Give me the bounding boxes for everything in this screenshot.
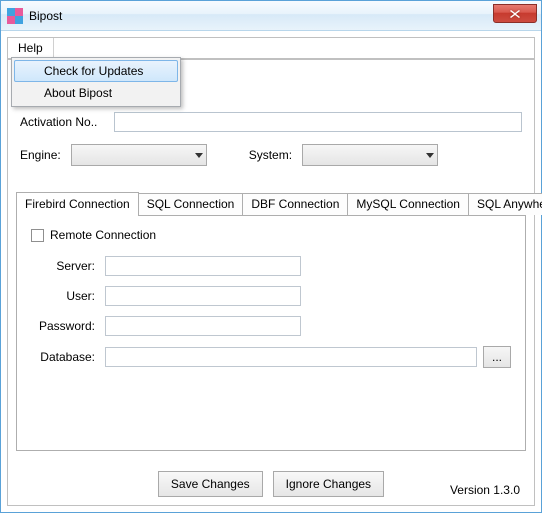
database-input[interactable] <box>105 347 477 367</box>
close-button[interactable] <box>493 4 537 23</box>
ignore-button[interactable]: Ignore Changes <box>273 471 384 497</box>
menu-bar: Help <box>7 37 535 59</box>
system-combo[interactable] <box>302 144 438 166</box>
save-button[interactable]: Save Changes <box>158 471 263 497</box>
user-input[interactable] <box>105 286 301 306</box>
database-label: Database: <box>31 350 105 364</box>
server-input[interactable] <box>105 256 301 276</box>
app-window: Bipost Help Check for Updates About Bipo… <box>0 0 542 513</box>
chevron-down-icon <box>426 153 434 158</box>
tab-mysql[interactable]: MySQL Connection <box>347 193 469 215</box>
version-label: Version 1.3.0 <box>450 483 520 497</box>
server-label: Server: <box>31 259 105 273</box>
activation-label: Activation No.. <box>20 115 114 129</box>
client-area: Com Activation No.. Engine: System: <box>7 59 535 506</box>
user-label: User: <box>31 289 105 303</box>
menu-help[interactable]: Help <box>8 38 54 58</box>
system-label: System: <box>249 148 292 162</box>
chevron-down-icon <box>195 153 203 158</box>
help-dropdown: Check for Updates About Bipost <box>11 57 181 107</box>
tab-strip: Firebird Connection SQL Connection DBF C… <box>16 192 526 215</box>
tab-dbf[interactable]: DBF Connection <box>242 193 348 215</box>
password-input[interactable] <box>105 316 301 336</box>
connection-tabs: Firebird Connection SQL Connection DBF C… <box>16 192 526 451</box>
engine-combo[interactable] <box>71 144 207 166</box>
tab-page-firebird: Remote Connection Server: User: Password… <box>16 215 526 451</box>
tab-sql[interactable]: SQL Connection <box>138 193 244 215</box>
activation-input[interactable] <box>114 112 522 132</box>
remote-connection-label: Remote Connection <box>50 228 156 242</box>
remote-connection-checkbox[interactable] <box>31 229 44 242</box>
app-icon <box>7 8 23 24</box>
browse-button[interactable]: ... <box>483 346 511 368</box>
menu-check-updates[interactable]: Check for Updates <box>14 60 178 82</box>
tab-firebird[interactable]: Firebird Connection <box>16 192 139 216</box>
password-label: Password: <box>31 319 105 333</box>
title-bar: Bipost <box>1 1 541 31</box>
window-title: Bipost <box>29 9 62 23</box>
engine-label: Engine: <box>20 148 61 162</box>
tab-anywhere[interactable]: SQL Anywhere <box>468 193 542 215</box>
menu-about[interactable]: About Bipost <box>14 82 178 104</box>
